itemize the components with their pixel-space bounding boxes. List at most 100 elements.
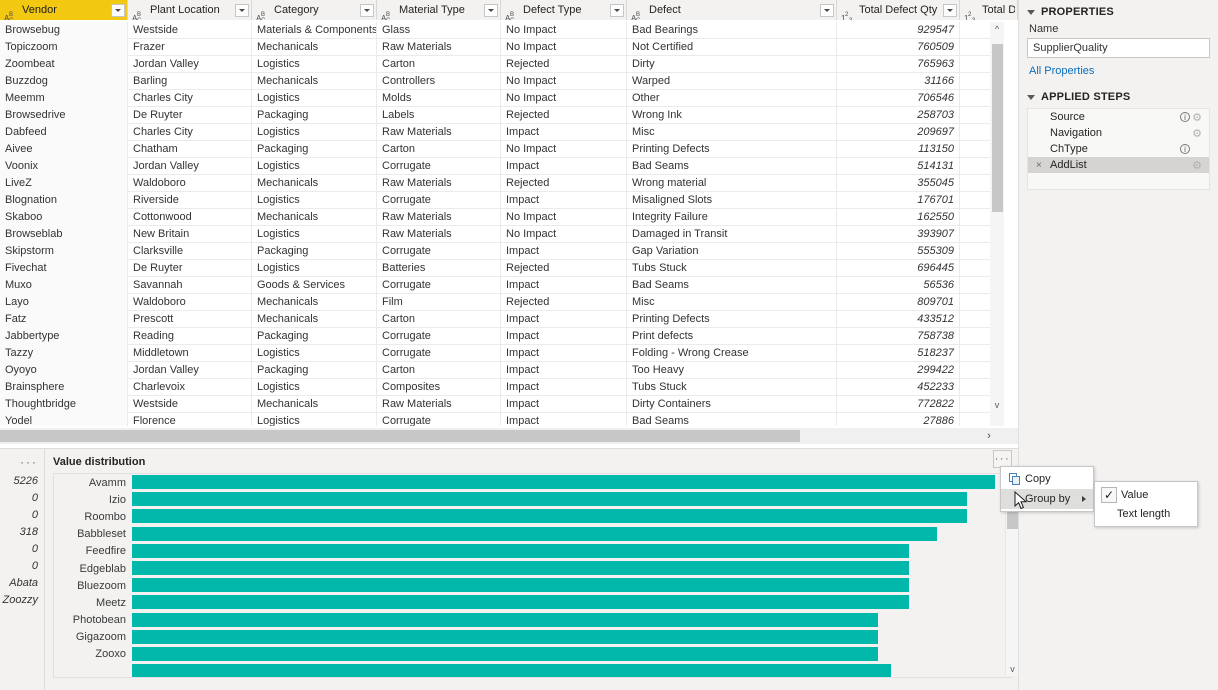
applied-step-chtype[interactable]: ChType i <box>1028 141 1209 157</box>
table-cell[interactable]: Impact <box>501 413 627 426</box>
table-cell[interactable]: Jabbertype <box>0 328 128 345</box>
table-cell[interactable]: Carton <box>377 362 501 379</box>
table-cell[interactable]: 696445 <box>837 260 960 277</box>
table-cell[interactable]: Zoombeat <box>0 56 128 73</box>
table-cell[interactable]: Charlevoix <box>128 379 252 396</box>
table-cell[interactable]: Misaligned Slots <box>627 192 837 209</box>
table-cell[interactable]: 258703 <box>837 107 960 124</box>
table-cell[interactable]: Impact <box>501 311 627 328</box>
table-cell[interactable]: Mechanicals <box>252 294 377 311</box>
table-row[interactable]: Fivechat De Ruyter Logistics Batteries Rejec… <box>0 260 1004 277</box>
table-cell[interactable]: Florence <box>128 413 252 426</box>
table-cell[interactable]: 355045 <box>837 175 960 192</box>
column-header-total-defect-qty[interactable]: 123Total Defect Qty <box>837 0 960 20</box>
table-cell[interactable]: Logistics <box>252 413 377 426</box>
table-cell[interactable]: Integrity Failure <box>627 209 837 226</box>
table-cell[interactable]: 433512 <box>837 311 960 328</box>
table-row[interactable]: LiveZ Waldoboro Mechanicals Raw Materials Re… <box>0 175 1004 192</box>
table-cell[interactable]: Printing Defects <box>627 141 837 158</box>
table-cell[interactable]: 31166 <box>837 73 960 90</box>
table-row[interactable]: Buzzdog Barling Mechanicals Controllers No I… <box>0 73 1004 90</box>
column-filter-button[interactable] <box>943 3 957 17</box>
table-cell[interactable]: Bad Seams <box>627 413 837 426</box>
table-cell[interactable]: 765963 <box>837 56 960 73</box>
vertical-scroll-thumb[interactable] <box>992 44 1003 212</box>
table-cell[interactable]: Folding - Wrong Crease <box>627 345 837 362</box>
column-header-defect-type[interactable]: ABCDefect Type <box>501 0 627 20</box>
table-cell[interactable]: Bad Seams <box>627 277 837 294</box>
table-cell[interactable]: Middletown <box>128 345 252 362</box>
table-cell[interactable]: Riverside <box>128 192 252 209</box>
table-row[interactable]: Dabfeed Charles City Logistics Raw Material… <box>0 124 1004 141</box>
distribution-row[interactable]: Bluezoom <box>54 577 1011 594</box>
query-name-input[interactable] <box>1027 38 1210 58</box>
table-cell[interactable]: Print defects <box>627 328 837 345</box>
table-cell[interactable]: Mechanicals <box>252 175 377 192</box>
table-row[interactable]: Meemm Charles City Logistics Molds No Impact… <box>0 90 1004 107</box>
table-cell[interactable]: No Impact <box>501 39 627 56</box>
table-cell[interactable]: 706546 <box>837 90 960 107</box>
table-cell[interactable]: Impact <box>501 379 627 396</box>
table-cell[interactable]: Skipstorm <box>0 243 128 260</box>
table-cell[interactable]: Impact <box>501 243 627 260</box>
table-cell[interactable]: Impact <box>501 124 627 141</box>
table-cell[interactable]: Meemm <box>0 90 128 107</box>
table-cell[interactable]: Logistics <box>252 260 377 277</box>
table-cell[interactable]: Mechanicals <box>252 209 377 226</box>
table-cell[interactable]: Fivechat <box>0 260 128 277</box>
distribution-row[interactable]: Avamm <box>54 474 1011 491</box>
table-row[interactable]: Aivee Chatham Packaging Carton No Impact Prin… <box>0 141 1004 158</box>
table-cell[interactable]: Corrugate <box>377 413 501 426</box>
table-cell[interactable]: Logistics <box>252 56 377 73</box>
table-cell[interactable]: Gap Variation <box>627 243 837 260</box>
table-row[interactable]: Thoughtbridge Westside Mechanicals Raw Mate… <box>0 396 1004 413</box>
distribution-bar[interactable] <box>132 560 909 575</box>
table-cell[interactable]: Dabfeed <box>0 124 128 141</box>
table-cell[interactable]: Fatz <box>0 311 128 328</box>
table-row[interactable]: Brainsphere Charlevoix Logistics Composites… <box>0 379 1004 396</box>
table-cell[interactable]: Molds <box>377 90 501 107</box>
all-properties-link[interactable]: All Properties <box>1029 65 1210 77</box>
distribution-bar[interactable] <box>132 526 938 541</box>
delete-step-icon[interactable]: × <box>1036 160 1048 171</box>
column-filter-button[interactable] <box>235 3 249 17</box>
distribution-bar[interactable] <box>132 475 996 489</box>
distribution-row[interactable]: Meetz <box>54 594 1011 611</box>
table-cell[interactable]: Jordan Valley <box>128 362 252 379</box>
distribution-bar[interactable] <box>132 595 909 610</box>
column-header-category[interactable]: ABCCategory <box>252 0 377 20</box>
distribution-bar[interactable] <box>132 543 909 558</box>
table-cell[interactable]: Impact <box>501 277 627 294</box>
table-cell[interactable]: No Impact <box>501 22 627 39</box>
table-row[interactable]: Zoombeat Jordan Valley Logistics Carton Reje… <box>0 56 1004 73</box>
table-cell[interactable]: Other <box>627 90 837 107</box>
table-cell[interactable]: Impact <box>501 328 627 345</box>
table-cell[interactable]: Browsedrive <box>0 107 128 124</box>
table-cell[interactable]: Logistics <box>252 379 377 396</box>
gear-icon[interactable]: ⚙ <box>1191 127 1203 140</box>
table-cell[interactable]: Corrugate <box>377 192 501 209</box>
table-cell[interactable]: Impact <box>501 158 627 175</box>
table-row[interactable]: Fatz Prescott Mechanicals Carton Impact Print… <box>0 311 1004 328</box>
table-cell[interactable]: Goods & Services <box>252 277 377 294</box>
table-cell[interactable]: Muxo <box>0 277 128 294</box>
table-cell[interactable]: 162550 <box>837 209 960 226</box>
distribution-bar[interactable] <box>132 664 892 677</box>
table-row[interactable]: Voonix Jordan Valley Logistics Corrugate Imp… <box>0 158 1004 175</box>
table-cell[interactable]: 393907 <box>837 226 960 243</box>
table-cell[interactable]: New Britain <box>128 226 252 243</box>
gear-icon[interactable]: ⚙ <box>1191 159 1203 172</box>
column-header-vendor[interactable]: ABCVendor <box>0 0 128 20</box>
column-filter-button[interactable] <box>484 3 498 17</box>
table-cell[interactable]: Logistics <box>252 192 377 209</box>
table-cell[interactable]: Mechanicals <box>252 39 377 56</box>
table-row[interactable]: Layo Waldoboro Mechanicals Film Rejected Misc… <box>0 294 1004 311</box>
column-filter-button[interactable] <box>111 3 125 17</box>
table-cell[interactable]: 772822 <box>837 396 960 413</box>
table-cell[interactable]: Carton <box>377 311 501 328</box>
table-cell[interactable]: De Ruyter <box>128 260 252 277</box>
table-cell[interactable]: Misc <box>627 124 837 141</box>
table-cell[interactable]: Composites <box>377 379 501 396</box>
table-cell[interactable]: No Impact <box>501 90 627 107</box>
table-cell[interactable]: No Impact <box>501 73 627 90</box>
